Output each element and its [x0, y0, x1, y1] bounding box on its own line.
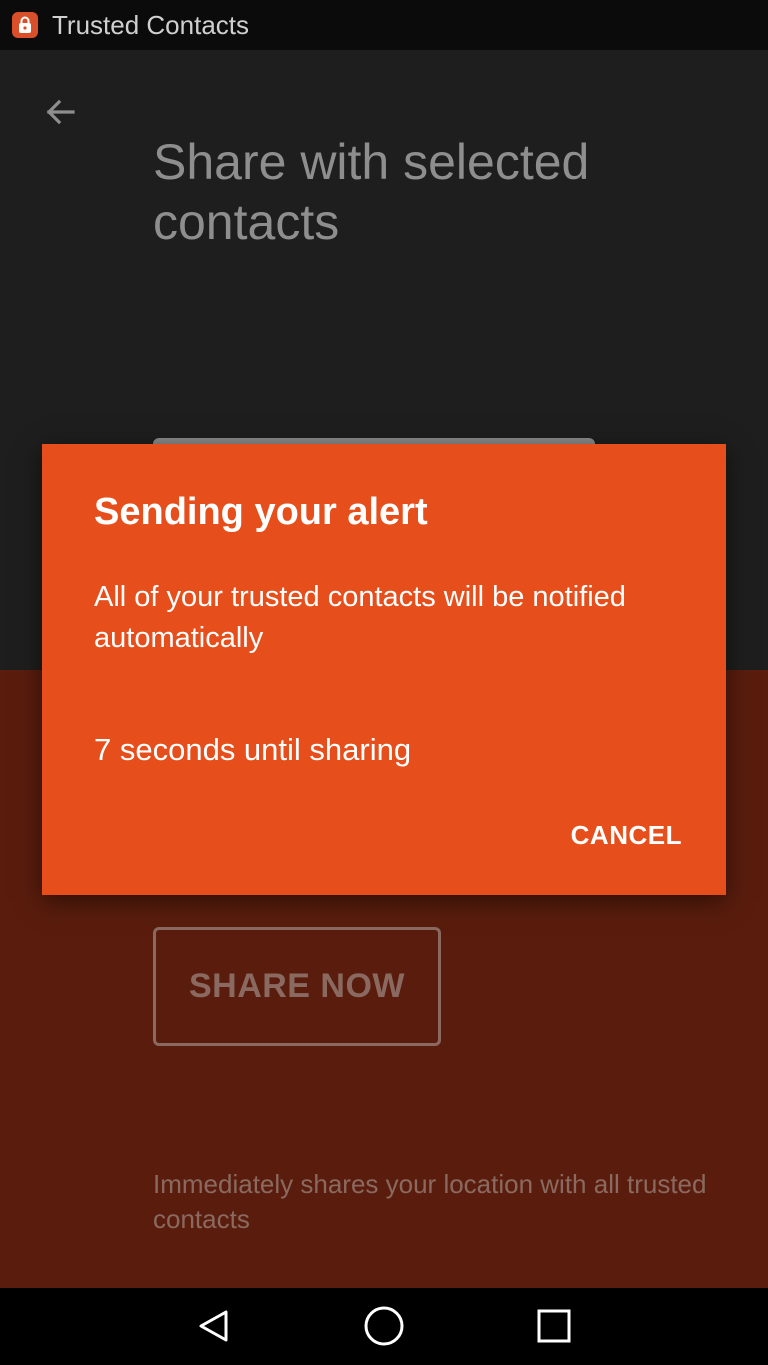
countdown-text: 7 seconds until sharing [94, 732, 412, 767]
share-now-description: Immediately shares your location with al… [153, 1169, 707, 1234]
nav-back-button[interactable] [192, 1304, 236, 1348]
share-now-button[interactable]: SHARE NOW [153, 927, 441, 1046]
nav-recents-icon [537, 1309, 571, 1343]
page-title: Share with selected contacts [153, 134, 590, 250]
lock-app-icon [12, 12, 38, 38]
dialog-title: Sending your alert [94, 491, 428, 533]
dialog-message: All of your trusted contacts will be not… [94, 581, 626, 654]
arrow-left-icon [46, 99, 75, 125]
nav-home-button[interactable] [362, 1304, 406, 1348]
nav-recents-button[interactable] [532, 1304, 576, 1348]
status-bar: Trusted Contacts [0, 0, 768, 50]
nav-back-icon [199, 1310, 228, 1342]
navigation-bar [0, 1288, 768, 1365]
cancel-button[interactable]: CANCEL [571, 814, 682, 856]
nav-home-icon [364, 1306, 404, 1346]
sending-alert-dialog: Sending your alert All of your trusted c… [42, 444, 726, 895]
back-button[interactable] [36, 88, 84, 136]
status-bar-title: Trusted Contacts [52, 10, 250, 40]
